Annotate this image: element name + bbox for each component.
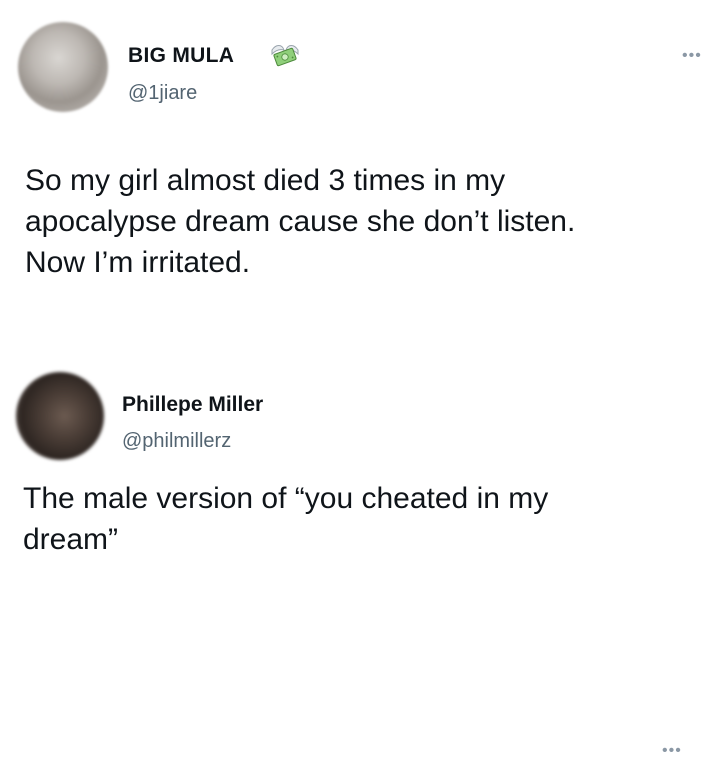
tweet-text-line: The male version of “you cheated in my bbox=[23, 482, 549, 515]
display-name[interactable]: Phillepe Miller bbox=[122, 393, 263, 417]
handle[interactable]: @1jiare bbox=[128, 82, 197, 105]
money-with-wings-icon bbox=[268, 40, 302, 70]
tweet-text: So my girl almost died 3 times in my apo… bbox=[25, 160, 705, 283]
more-options-icon[interactable]: ••• bbox=[662, 743, 682, 759]
avatar[interactable] bbox=[18, 22, 108, 112]
tweet-text-line: apocalypse dream cause she don’t listen. bbox=[25, 205, 576, 238]
avatar[interactable] bbox=[16, 372, 104, 460]
tweet-text-line: So my girl almost died 3 times in my bbox=[25, 164, 506, 197]
more-options-icon[interactable]: ••• bbox=[682, 48, 702, 64]
handle[interactable]: @philmillerz bbox=[122, 430, 231, 453]
tweet-text-line: dream” bbox=[23, 523, 119, 556]
tweet-text-line: Now I’m irritated. bbox=[25, 246, 251, 279]
tweet-original[interactable]: BIG MULA @1jiare ••• So my girl almost d… bbox=[0, 0, 720, 340]
tweet-text: The male version of “you cheated in my d… bbox=[23, 478, 703, 560]
display-name[interactable]: BIG MULA bbox=[128, 44, 234, 68]
